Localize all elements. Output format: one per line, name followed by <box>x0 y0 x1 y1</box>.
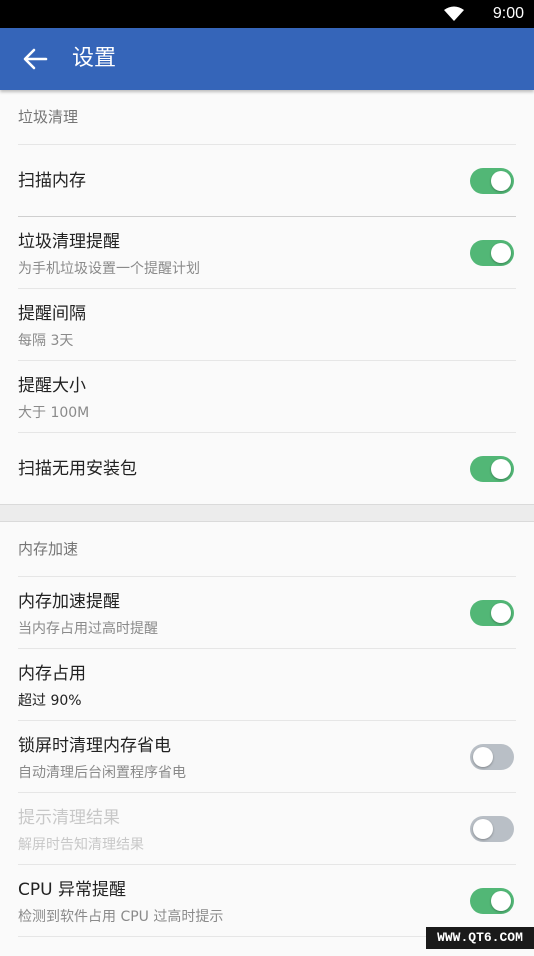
section-title-memory-boost: 内存加速 <box>18 540 79 558</box>
setting-reminder-interval[interactable]: 提醒间隔 每隔 3天 <box>18 288 516 360</box>
setting-scan-memory[interactable]: 扫描内存 <box>18 144 516 216</box>
setting-description: 当内存占用过高时提醒 <box>18 621 158 637</box>
watermark: WWW.QT6.COM <box>426 927 534 949</box>
toggle-knob <box>491 243 511 263</box>
setting-memory-usage[interactable]: 内存占用 超过 90% <box>18 648 516 720</box>
section-divider <box>0 504 534 522</box>
setting-junk-reminder[interactable]: 垃圾清理提醒 为手机垃圾设置一个提醒计划 <box>18 216 516 288</box>
status-bar: 9:00 <box>0 0 534 28</box>
app-bar: 设置 <box>0 28 534 90</box>
setting-description: 自动清理后台闲置程序省电 <box>18 765 186 781</box>
setting-description: 解屏时告知清理结果 <box>18 837 144 853</box>
toggle-knob <box>491 171 511 191</box>
setting-label: 内存加速提醒 <box>18 592 120 612</box>
setting-label: 垃圾清理提醒 <box>18 232 120 252</box>
setting-value: 大于 100M <box>18 405 90 421</box>
lockscreen-clean-toggle[interactable] <box>470 744 514 770</box>
setting-label: 提醒间隔 <box>18 304 86 324</box>
toggle-knob <box>491 459 511 479</box>
page-title: 设置 <box>72 46 117 71</box>
section-title-junk-clean: 垃圾清理 <box>18 108 79 126</box>
arrow-left-icon[interactable] <box>20 44 50 74</box>
setting-label: 扫描内存 <box>18 171 86 191</box>
setting-lockscreen-clean[interactable]: 锁屏时清理内存省电 自动清理后台闲置程序省电 <box>18 720 516 792</box>
toggle-knob <box>491 891 511 911</box>
setting-label: 提醒大小 <box>18 376 86 396</box>
setting-cpu-alert[interactable]: CPU 异常提醒 检测到软件占用 CPU 过高时提示 <box>18 864 516 936</box>
toggle-knob <box>473 819 493 839</box>
setting-show-clean-result: 提示清理结果 解屏时告知清理结果 <box>18 792 516 864</box>
toggle-knob <box>473 747 493 767</box>
setting-scan-apk[interactable]: 扫描无用安装包 <box>18 432 516 504</box>
scan-apk-toggle[interactable] <box>470 456 514 482</box>
setting-label: 提示清理结果 <box>18 808 120 828</box>
junk-reminder-toggle[interactable] <box>470 240 514 266</box>
setting-description: 检测到软件占用 CPU 过高时提示 <box>18 909 224 925</box>
setting-reminder-size[interactable]: 提醒大小 大于 100M <box>18 360 516 432</box>
cpu-alert-toggle[interactable] <box>470 888 514 914</box>
settings-list: 垃圾清理 扫描内存 垃圾清理提醒 为手机垃圾设置一个提醒计划 提醒间隔 每隔 3… <box>0 90 534 956</box>
scan-memory-toggle[interactable] <box>470 168 514 194</box>
status-time: 9:00 <box>492 5 524 22</box>
memory-boost-toggle[interactable] <box>470 600 514 626</box>
setting-value: 超过 90% <box>18 693 82 709</box>
setting-label: 锁屏时清理内存省电 <box>18 736 171 756</box>
setting-memory-boost-reminder[interactable]: 内存加速提醒 当内存占用过高时提醒 <box>18 576 516 648</box>
setting-label: 内存占用 <box>18 664 86 684</box>
setting-label: CPU 异常提醒 <box>18 880 126 900</box>
setting-label: 扫描无用安装包 <box>18 459 137 479</box>
wifi-icon <box>444 6 464 21</box>
setting-value: 每隔 3天 <box>18 333 74 349</box>
toggle-knob <box>491 603 511 623</box>
show-clean-result-toggle <box>470 816 514 842</box>
setting-description: 为手机垃圾设置一个提醒计划 <box>18 261 200 277</box>
